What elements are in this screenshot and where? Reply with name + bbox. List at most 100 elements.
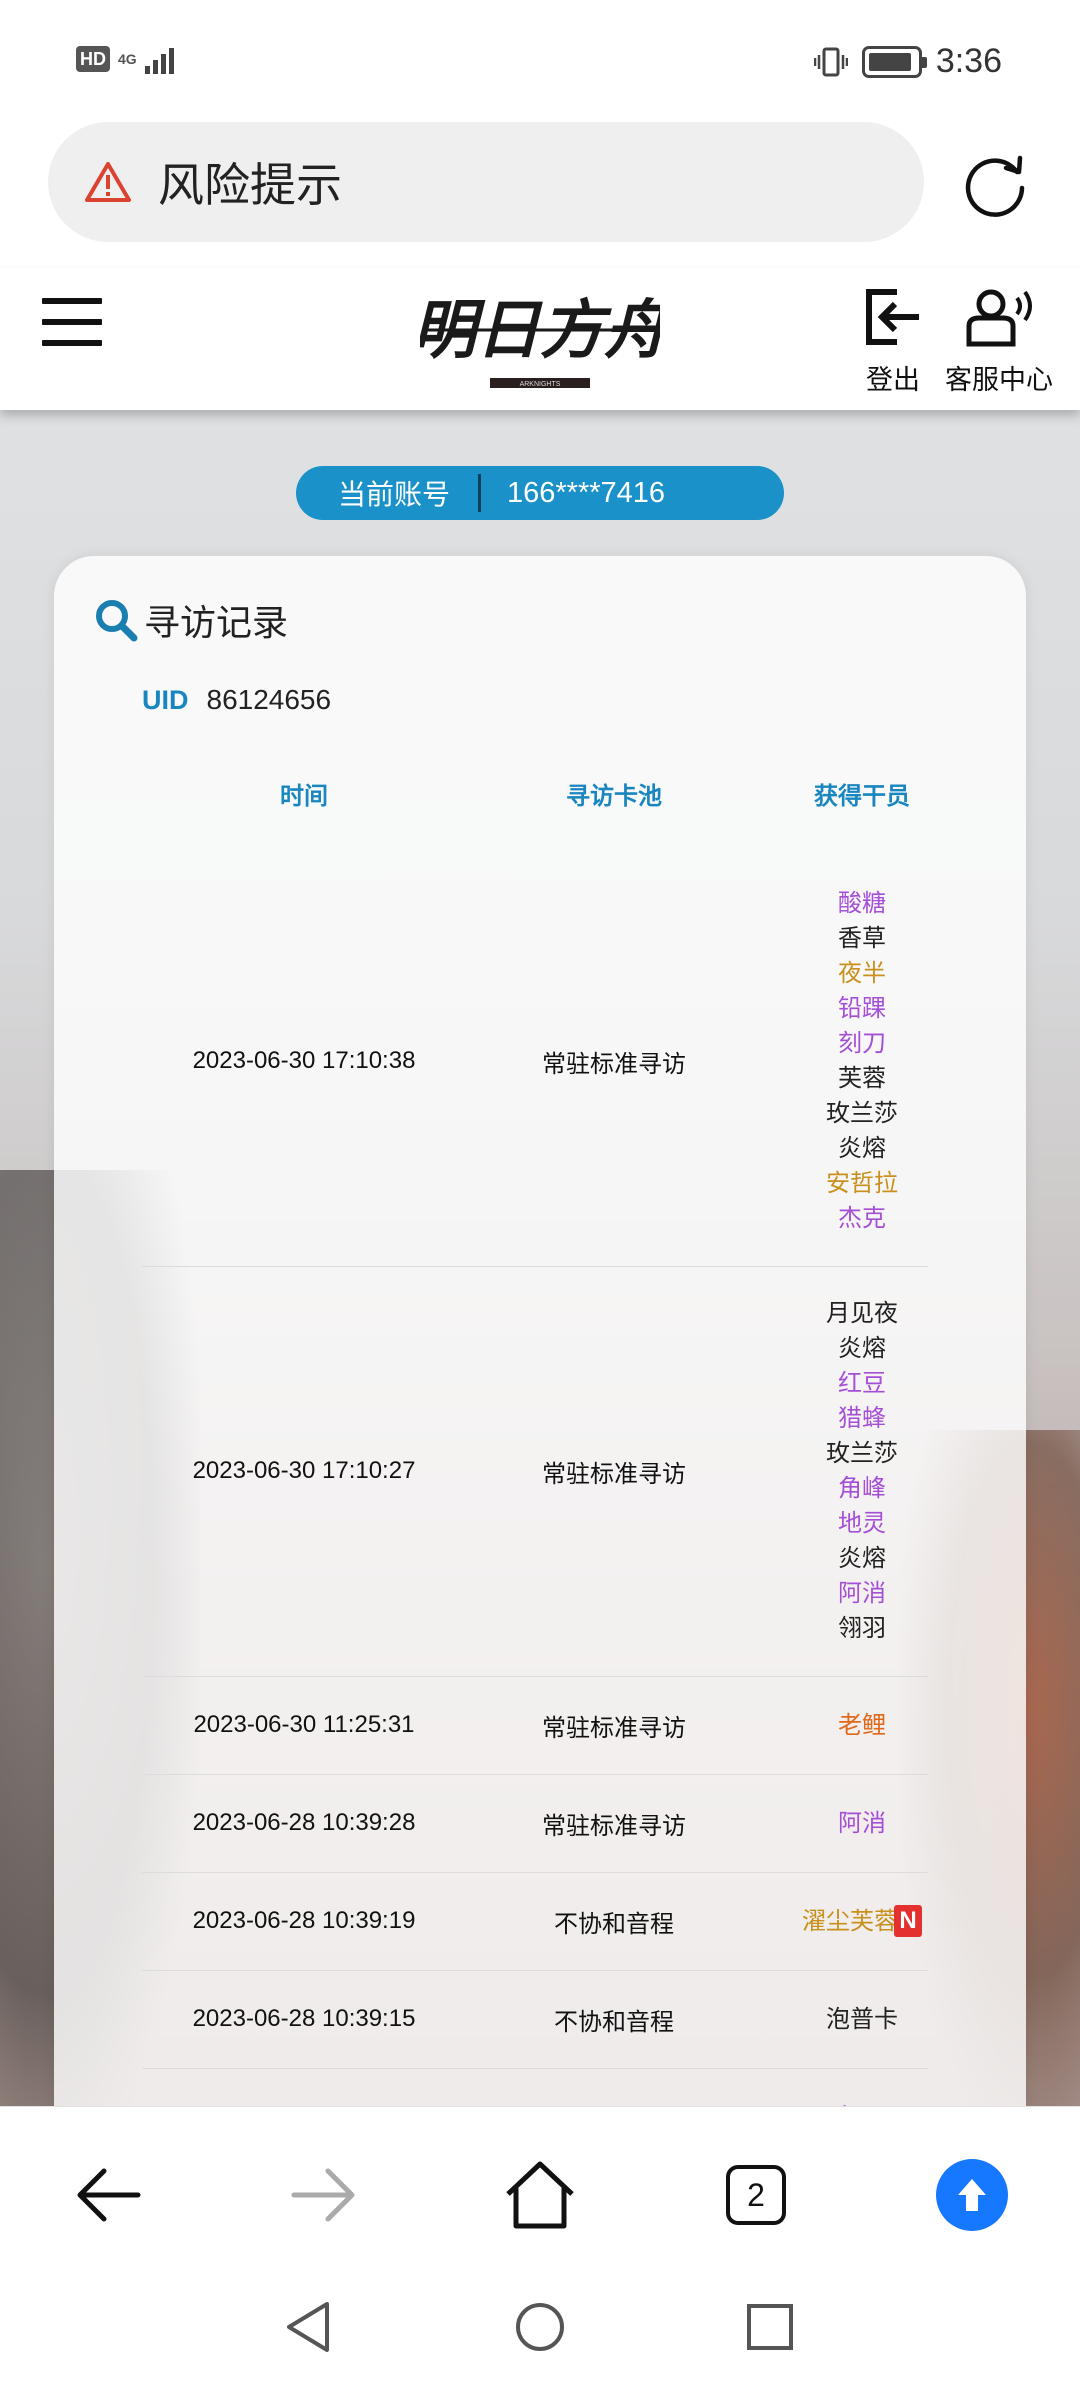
table-row: 2023-06-28 10:39:28 常驻标准寻访 阿消 bbox=[54, 1774, 1026, 1872]
operator-name: 玫兰莎 bbox=[826, 1439, 898, 1467]
battery-icon bbox=[861, 45, 927, 78]
search-icon bbox=[96, 600, 138, 642]
operator-name: 翎羽 bbox=[838, 1614, 886, 1642]
service-label: 客服中心 bbox=[945, 365, 1053, 396]
operator-entry: 角峰 bbox=[838, 1471, 886, 1506]
table-header: 时间 寻访卡池 获得干员 bbox=[54, 776, 1026, 816]
table-row: 2023-06-30 17:10:38 常驻标准寻访 酸糖 香草 夜半铅踝刻刀芙蓉玫兰莎… bbox=[54, 856, 1026, 1266]
home-button[interactable] bbox=[500, 2155, 580, 2235]
operator-name: 炎熔 bbox=[838, 1134, 886, 1162]
operator-name: 红豆 bbox=[838, 1369, 886, 1397]
operator-name: 猎蜂 bbox=[838, 1404, 886, 1432]
logout-label: 登出 bbox=[866, 365, 920, 396]
card-title-text: 寻访记录 bbox=[144, 603, 289, 644]
operator-name: 炎熔 bbox=[838, 1334, 886, 1362]
gacha-record-card: 寻访记录 UID 86124656 时间 寻访卡池 获得干员 2023-06-3… bbox=[54, 556, 1026, 2134]
page-title: 风险提示 bbox=[158, 158, 342, 212]
reload-icon[interactable] bbox=[960, 150, 1030, 220]
status-left: HD 4G bbox=[76, 44, 174, 74]
operator-entry: 杰克 bbox=[838, 1201, 886, 1236]
system-back-button[interactable] bbox=[278, 2297, 338, 2357]
row-pool: 常驻标准寻访 bbox=[542, 1811, 686, 1840]
operator-entry: 玫兰莎 bbox=[826, 1096, 898, 1131]
status-right: 3:36 bbox=[813, 42, 1002, 81]
square-recents-icon bbox=[747, 2304, 793, 2350]
header-pool: 寻访卡池 bbox=[566, 782, 662, 810]
uid-label: UID bbox=[142, 685, 189, 715]
row-time: 2023-06-30 17:10:27 bbox=[192, 1457, 416, 1484]
status-bar: HD 4G 3:36 bbox=[0, 0, 1080, 118]
vibrate-icon bbox=[813, 47, 848, 76]
arrow-up-circle-icon bbox=[936, 2159, 1008, 2231]
row-operators: 酸糖 香草 夜半 铅踝 刻刀 芙蓉 玫兰莎 炎熔 安哲拉 杰克 bbox=[754, 856, 970, 1266]
row-pool: 常驻标准寻访 bbox=[542, 1713, 686, 1742]
system-home-button[interactable] bbox=[510, 2297, 570, 2357]
arrow-right-icon bbox=[291, 2168, 355, 2222]
operator-entry: 刻刀 bbox=[838, 1026, 886, 1061]
network-type: 4G bbox=[118, 51, 137, 67]
row-pool: 常驻标准寻访 bbox=[542, 1459, 686, 1488]
row-pool: 不协和音程 bbox=[554, 1909, 674, 1938]
operator-name: 芙蓉 bbox=[838, 1064, 886, 1092]
row-pool: 不协和音程 bbox=[554, 2007, 674, 2036]
operator-name: 阿消 bbox=[838, 1808, 886, 1837]
operator-name: 老鲤 bbox=[838, 1710, 886, 1739]
operator-entry: 阿消 bbox=[838, 1576, 886, 1611]
operator-entry: 泡普卡 bbox=[826, 2002, 898, 2037]
site-header: 明日方舟 ARKNIGHTS 登出 客服中心 bbox=[0, 268, 1080, 410]
operator-entry: 阿消 bbox=[838, 1806, 886, 1841]
header-time: 时间 bbox=[280, 782, 328, 810]
row-operators: 老鲤 bbox=[754, 1676, 970, 1774]
customer-service-icon bbox=[966, 289, 1032, 347]
operator-entry: 翎羽 bbox=[838, 1611, 886, 1646]
operator-name: 铅踝 bbox=[838, 994, 886, 1022]
browser-bottom-bar: 2 bbox=[0, 2106, 1080, 2388]
current-account-badge: 当前账号 166****7416 bbox=[296, 466, 784, 520]
operator-entry: 地灵 bbox=[838, 1506, 886, 1541]
operator-entry: 红豆 bbox=[838, 1366, 886, 1401]
table-row: 2023-06-28 10:39:15 不协和音程 泡普卡 bbox=[54, 1970, 1026, 2068]
signal-icon bbox=[144, 44, 174, 74]
row-operators: 泡普卡 bbox=[754, 1970, 970, 2068]
circle-home-icon bbox=[516, 2303, 564, 2351]
row-time: 2023-06-28 10:39:28 bbox=[192, 1809, 416, 1836]
arrow-left-icon bbox=[77, 2168, 141, 2222]
logout-button[interactable]: 登出 bbox=[858, 286, 928, 397]
row-pool: 常驻标准寻访 bbox=[542, 1049, 686, 1078]
operator-name: 月见夜 bbox=[826, 1299, 898, 1327]
operator-name: 地灵 bbox=[838, 1509, 886, 1537]
row-operators: 月见夜 炎熔 红豆 猎蜂 玫兰莎 角峰 地灵 炎熔 阿消 翎羽 bbox=[754, 1266, 970, 1676]
row-time: 2023-06-28 10:39:19 bbox=[192, 1907, 416, 1934]
forward-button[interactable] bbox=[284, 2155, 364, 2235]
row-time: 2023-06-30 17:10:38 bbox=[192, 1047, 416, 1074]
operator-entry: 濯尘芙蓉 N bbox=[802, 1904, 922, 1939]
tabs-icon: 2 bbox=[726, 2165, 786, 2225]
operator-name: 濯尘芙蓉 bbox=[802, 1906, 898, 1935]
customer-service-button[interactable]: 客服中心 bbox=[944, 286, 1054, 397]
uid-value: 86124656 bbox=[206, 684, 332, 715]
operator-entry: 芙蓉 bbox=[838, 1061, 886, 1096]
header-operators: 获得干员 bbox=[814, 782, 910, 810]
hamburger-menu-icon[interactable] bbox=[42, 298, 102, 346]
uid-row: UID 86124656 bbox=[142, 684, 331, 716]
triangle-back-icon bbox=[287, 2302, 329, 2352]
operator-entry: 酸糖 bbox=[838, 886, 886, 921]
address-bar[interactable]: 风险提示 bbox=[48, 122, 924, 242]
operator-entry: 夜半 bbox=[838, 956, 886, 991]
hd-badge: HD bbox=[76, 46, 110, 72]
operator-entry: 炎熔 bbox=[838, 1331, 886, 1366]
logout-icon bbox=[866, 289, 919, 345]
operator-entry: 香草 bbox=[838, 921, 886, 956]
operator-entry: 炎熔 bbox=[838, 1131, 886, 1166]
system-recents-button[interactable] bbox=[740, 2297, 800, 2357]
operator-name: 刻刀 bbox=[838, 1029, 886, 1057]
table-row: 2023-06-28 10:39:19 不协和音程 濯尘芙蓉 N bbox=[54, 1872, 1026, 1970]
tabs-button[interactable]: 2 bbox=[716, 2155, 796, 2235]
back-button[interactable] bbox=[68, 2155, 148, 2235]
account-divider bbox=[478, 474, 482, 512]
table-row: 2023-06-30 17:10:27 常驻标准寻访 月见夜炎熔红豆猎蜂玫兰莎角峰地… bbox=[54, 1266, 1026, 1676]
arknights-logo[interactable]: 明日方舟 ARKNIGHTS bbox=[420, 282, 660, 396]
home-icon bbox=[506, 2161, 574, 2229]
operator-entry: 月见夜 bbox=[826, 1296, 898, 1331]
upload-button[interactable] bbox=[932, 2155, 1012, 2235]
